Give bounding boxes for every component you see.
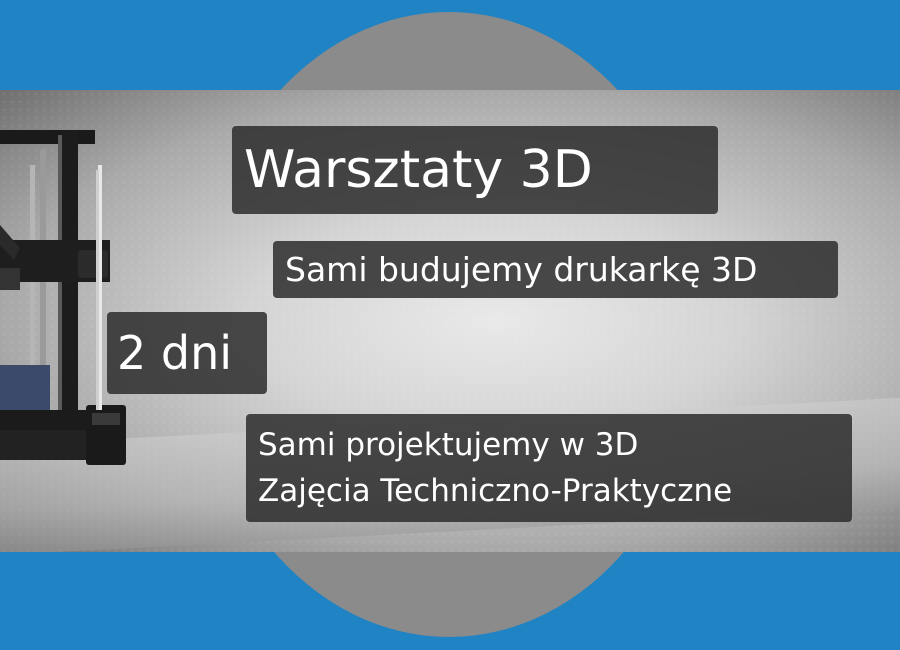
duration-label: 2 dni: [107, 312, 267, 394]
details-line-classes: Zajęcia Techniczno-Praktyczne: [258, 473, 733, 509]
title-label: Warsztaty 3D: [232, 126, 718, 214]
workshop-banner: Warsztaty 3D Sami budujemy drukarkę 3D 2…: [0, 0, 900, 650]
details-line-design: Sami projektujemy w 3D: [258, 427, 639, 463]
subtitle-label: Sami budujemy drukarkę 3D: [273, 241, 838, 298]
details-label: Sami projektujemy w 3D Zajęcia Techniczn…: [246, 414, 852, 522]
